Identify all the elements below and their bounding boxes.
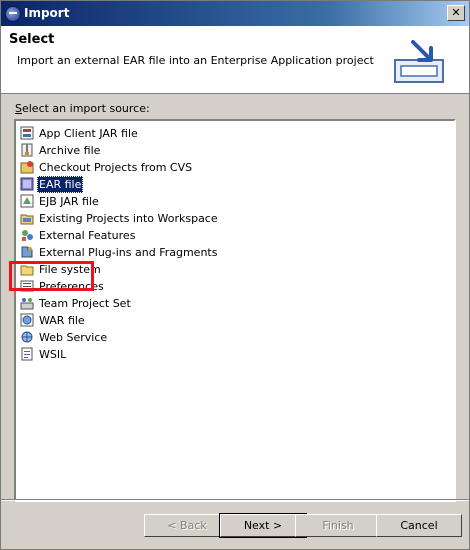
list-item-label: Preferences [39, 280, 104, 293]
list-item-label: WAR file [39, 314, 85, 327]
feature-icon [22, 230, 33, 241]
list-item-label: External Features [39, 229, 136, 242]
ejb-jar-icon [20, 194, 34, 208]
web-service-icon [21, 331, 33, 343]
list-item-label: EJB JAR file [39, 195, 99, 208]
wizard-body: Select an import source: App Client JAR … [1, 94, 469, 502]
title-bar[interactable]: Import ✕ [1, 1, 469, 26]
list-item-label: Archive file [39, 144, 101, 157]
import-wizard-icon [394, 40, 444, 83]
list-item-label: Web Service [39, 331, 108, 344]
list-item-label: EAR file [37, 176, 84, 193]
finish-button[interactable]: Finish [295, 514, 381, 537]
plugin-icon [21, 246, 33, 258]
preferences-icon [20, 280, 34, 292]
cvs-icon [20, 161, 34, 174]
war-icon [20, 313, 34, 327]
list-item-label: File system [39, 263, 101, 276]
import-dialog: Import ✕ Select Import an external EAR f… [0, 0, 470, 550]
eclipse-icon [5, 6, 21, 22]
wsil-icon [21, 347, 33, 361]
list-item-label: External Plug-ins and Fragments [39, 246, 218, 259]
button-bar: < Back Next > Finish Cancel [1, 499, 469, 550]
wizard-banner: Select Import an external EAR file into … [1, 26, 469, 94]
jar-icon [20, 126, 34, 140]
list-item-label: App Client JAR file [39, 127, 138, 140]
cancel-button[interactable]: Cancel [376, 514, 462, 537]
ear-icon [20, 177, 34, 191]
close-button[interactable]: ✕ [447, 5, 465, 21]
window-title: Import [24, 6, 70, 20]
page-title: Select [9, 32, 55, 47]
back-button[interactable]: < Back [144, 514, 230, 537]
project-folder-icon [20, 214, 34, 225]
list-item-label: Existing Projects into Workspace [39, 212, 218, 225]
archive-icon [21, 143, 33, 157]
next-button[interactable]: Next > [219, 513, 307, 538]
page-description: Import an external EAR file into an Ente… [17, 54, 374, 67]
list-item-label: Checkout Projects from CVS [39, 161, 193, 174]
import-source-label: Select an import source: [15, 102, 150, 115]
list-item-label: WSIL [39, 348, 67, 361]
folder-icon [20, 265, 34, 276]
import-source-tree[interactable]: App Client JAR file Archive file Checkout … [14, 119, 456, 502]
list-item-label: Team Project Set [39, 297, 131, 310]
team-icon [20, 298, 34, 310]
